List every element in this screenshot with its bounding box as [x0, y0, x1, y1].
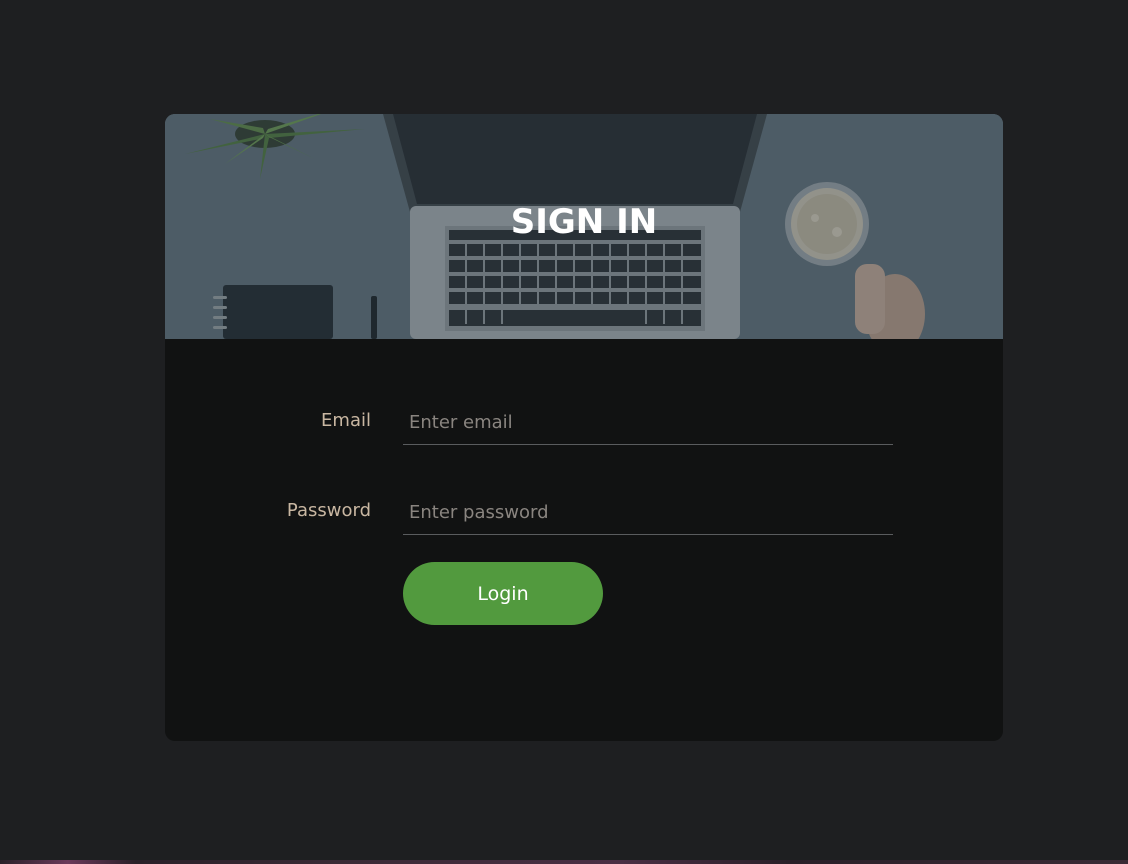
bottom-edge-strip	[0, 860, 1128, 864]
password-field[interactable]	[403, 491, 893, 535]
password-row: Password	[165, 491, 1003, 551]
login-card: SIGN IN Email Password Login	[165, 114, 1003, 741]
email-label: Email	[321, 410, 371, 431]
login-button[interactable]: Login	[403, 562, 603, 625]
password-label: Password	[286, 500, 371, 521]
hero-banner: SIGN IN	[165, 114, 1003, 339]
page-title: SIGN IN	[510, 202, 658, 242]
email-field[interactable]	[403, 401, 893, 445]
email-row: Email	[165, 401, 1003, 461]
